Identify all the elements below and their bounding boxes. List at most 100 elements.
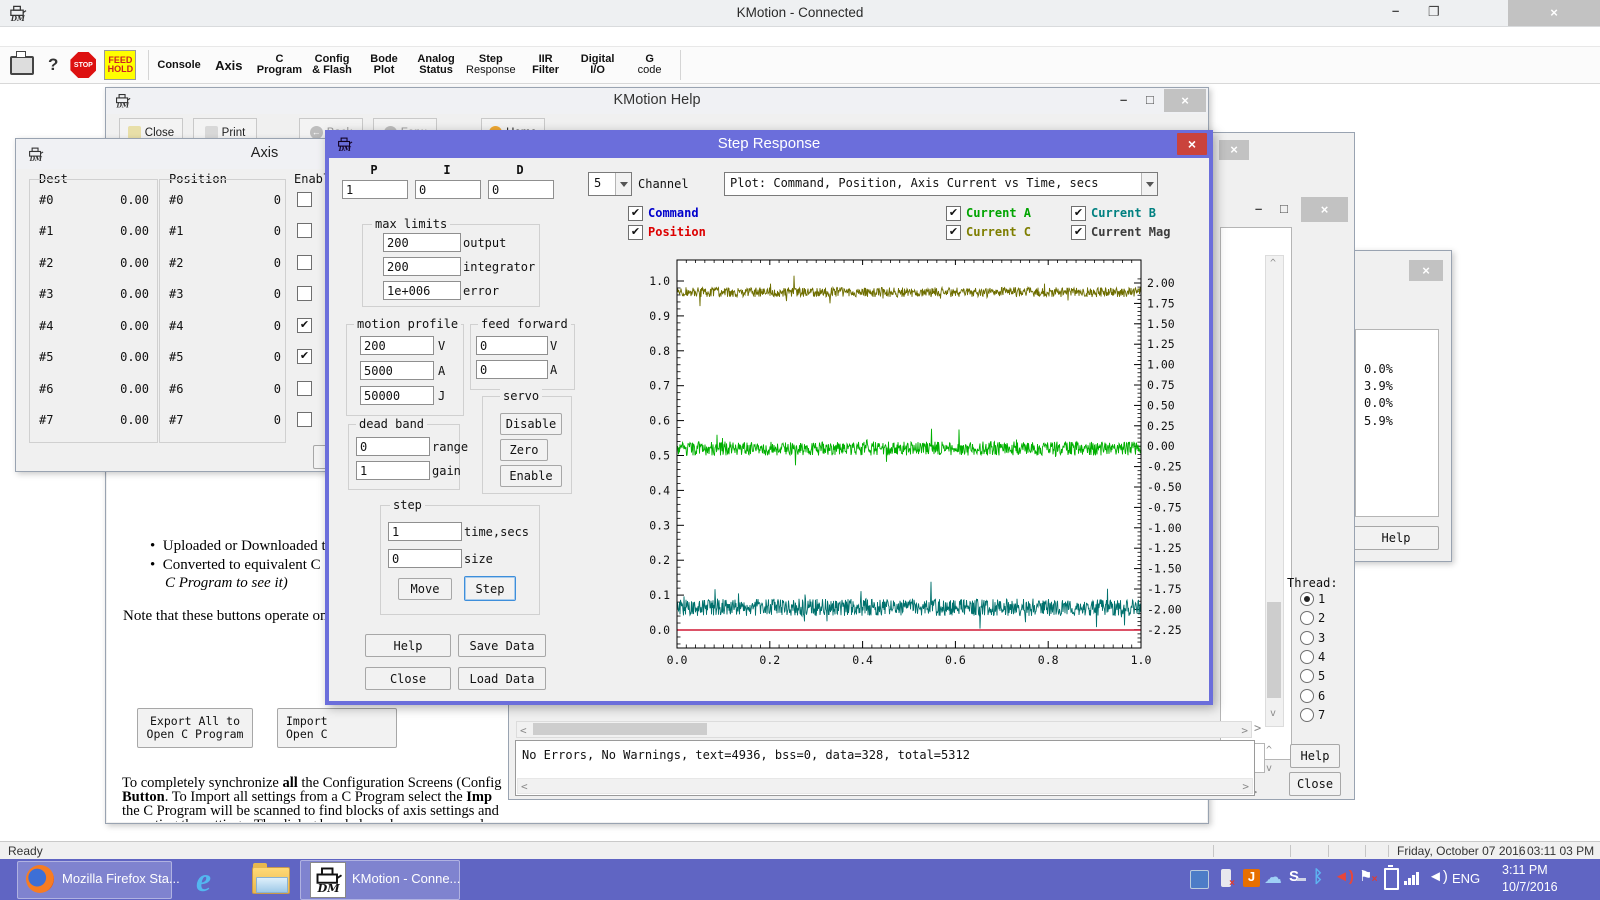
trace-checkbox-current-b[interactable] — [1071, 206, 1086, 221]
ff-a-input[interactable]: 0 — [476, 360, 548, 379]
step-response-close-icon[interactable]: × — [1177, 133, 1207, 155]
tray-signal-icon[interactable] — [1404, 871, 1422, 885]
jerk-input[interactable]: 50000 — [360, 386, 434, 405]
scroll-right-icon[interactable]: > — [1242, 780, 1249, 793]
help-minimize-icon[interactable]: – — [1120, 92, 1127, 107]
thread-radio-1[interactable] — [1300, 592, 1314, 606]
tray-flag-icon[interactable]: ⚑× — [1359, 867, 1372, 885]
stop-icon[interactable]: STOP — [70, 52, 96, 78]
channel-select[interactable]: 5 — [588, 172, 632, 196]
accel-input[interactable]: 5000 — [360, 361, 434, 380]
compile-output-box[interactable]: No Errors, No Warnings, text=4936, bss=0… — [515, 740, 1255, 796]
ff-v-input[interactable]: 0 — [476, 336, 548, 355]
trace-checkbox-position[interactable] — [628, 225, 643, 240]
axis-enable-checkbox[interactable] — [297, 318, 312, 333]
tray-ime-icon[interactable] — [1190, 870, 1209, 889]
export-all-button[interactable]: Export All toOpen C Program — [137, 708, 253, 748]
axis-enable-checkbox[interactable] — [297, 223, 312, 238]
background-window-close-icon[interactable]: × — [1219, 140, 1249, 160]
toolbar-button-bode[interactable]: BodePlot — [358, 48, 410, 82]
cprog-vscroll-thumb[interactable] — [1267, 602, 1281, 698]
scroll-right-icon[interactable]: > — [1254, 721, 1261, 735]
toolbar-button-axis[interactable]: Axis — [205, 48, 253, 82]
percent-window-close-icon[interactable]: × — [1409, 260, 1443, 281]
scroll-right-icon[interactable]: > — [1241, 724, 1248, 737]
percent-help-button[interactable]: Help — [1353, 526, 1439, 550]
tray-language[interactable]: ENG — [1452, 871, 1480, 886]
toolbar-button-config[interactable]: Config& Flash — [306, 48, 358, 82]
scroll-down-icon[interactable]: v — [1266, 763, 1272, 774]
axis-enable-checkbox[interactable] — [297, 255, 312, 270]
save-data-button[interactable]: Save Data — [458, 634, 546, 657]
thread-radio-6[interactable] — [1300, 689, 1314, 703]
feed-hold-icon[interactable]: FEEDHOLD — [104, 50, 136, 80]
console-hscroll-thumb[interactable] — [533, 723, 707, 735]
thread-radio-5[interactable] — [1300, 669, 1314, 683]
i-input[interactable]: 0 — [415, 180, 481, 199]
cprog-minimize-icon[interactable]: – — [1255, 201, 1262, 216]
scroll-left-icon[interactable]: < — [521, 780, 528, 793]
output-hscrollbar[interactable]: < > — [517, 778, 1253, 794]
tray-clock-date[interactable]: 10/7/2016 — [1502, 880, 1558, 894]
toolbar-button-iir[interactable]: IIRFilter — [520, 48, 572, 82]
step-button[interactable]: Step — [464, 576, 516, 601]
scroll-down-icon[interactable]: v — [1270, 708, 1276, 719]
step-time-input[interactable]: 1 — [388, 522, 462, 541]
axis-enable-checkbox[interactable] — [297, 286, 312, 301]
help-icon[interactable]: ? — [48, 55, 58, 75]
toolbar-button-analog[interactable]: AnalogStatus — [410, 48, 462, 82]
chevron-down-icon[interactable] — [615, 173, 631, 195]
cprog-close-button[interactable]: Close — [1289, 772, 1341, 796]
thread-radio-3[interactable] — [1300, 631, 1314, 645]
load-data-button[interactable]: Load Data — [458, 667, 546, 690]
tray-clock-time[interactable]: 3:11 PM — [1502, 863, 1548, 877]
trace-checkbox-current-a[interactable] — [946, 206, 961, 221]
toolbar-button-step[interactable]: StepResponse — [462, 48, 520, 82]
tray-battery-icon[interactable] — [1384, 868, 1399, 890]
cprog-help-button[interactable]: Help — [1290, 744, 1340, 768]
help-close-icon[interactable]: × — [1164, 89, 1206, 112]
servo-zero-button[interactable]: Zero — [500, 439, 548, 461]
servo-enable-button[interactable]: Enable — [500, 465, 562, 487]
tray-s-icon[interactable]: S — [1289, 868, 1306, 885]
thread-radio-7[interactable] — [1300, 708, 1314, 722]
thread-radio-2[interactable] — [1300, 611, 1314, 625]
max-output-input[interactable]: 200 — [383, 233, 461, 252]
scroll-left-icon[interactable]: < — [520, 724, 527, 737]
restore-icon[interactable]: ❐ — [1428, 4, 1440, 20]
step-size-input[interactable]: 0 — [388, 549, 462, 568]
chevron-down-icon[interactable] — [1141, 173, 1157, 195]
tray-phone-icon[interactable]: × — [1221, 869, 1231, 887]
cprog-maximize-icon[interactable]: □ — [1280, 201, 1288, 216]
dead-band-gain-input[interactable]: 1 — [356, 461, 430, 480]
firefox-icon[interactable] — [26, 865, 54, 893]
p-input[interactable]: 1 — [342, 180, 408, 199]
trace-checkbox-current-c[interactable] — [946, 225, 961, 240]
plot-type-select[interactable]: Plot: Command, Position, Axis Current vs… — [724, 172, 1158, 196]
max-error-input[interactable]: 1e+006 — [383, 281, 461, 300]
ie-icon[interactable]: e — [196, 862, 230, 896]
axis-enable-checkbox[interactable] — [297, 381, 312, 396]
tray-bluetooth-icon[interactable]: ᛒ — [1313, 867, 1323, 887]
help-maximize-icon[interactable]: □ — [1146, 92, 1154, 107]
trace-checkbox-current-mag[interactable] — [1071, 225, 1086, 240]
toolbar-button-c[interactable]: CProgram — [253, 48, 306, 82]
close-icon[interactable]: × — [1508, 0, 1600, 26]
import-button[interactable]: ImportOpen C — [277, 708, 397, 748]
scroll-up-icon[interactable]: ^ — [1270, 258, 1276, 269]
scroll-up-icon[interactable]: ^ — [1266, 745, 1272, 756]
cprog-vscrollbar[interactable]: ^ v — [1265, 255, 1284, 727]
axis-enable-checkbox[interactable] — [297, 192, 312, 207]
kmotion-icon[interactable]: DM — [310, 862, 346, 898]
thread-radio-4[interactable] — [1300, 650, 1314, 664]
sr-help-button[interactable]: Help — [365, 634, 451, 657]
toolbar-button-digital[interactable]: DigitalI/O — [572, 48, 624, 82]
d-input[interactable]: 0 — [488, 180, 554, 199]
axis-enable-checkbox[interactable] — [297, 412, 312, 427]
tray-cloud-icon[interactable]: ☁ — [1264, 867, 1282, 888]
toolbar-button-console[interactable]: Console — [153, 48, 204, 82]
cprog-close-icon[interactable]: × — [1301, 197, 1348, 222]
console-hscrollbar[interactable]: < > — [516, 721, 1252, 738]
toolbar-button-g[interactable]: Gcode — [624, 48, 676, 82]
move-button[interactable]: Move — [398, 578, 452, 600]
